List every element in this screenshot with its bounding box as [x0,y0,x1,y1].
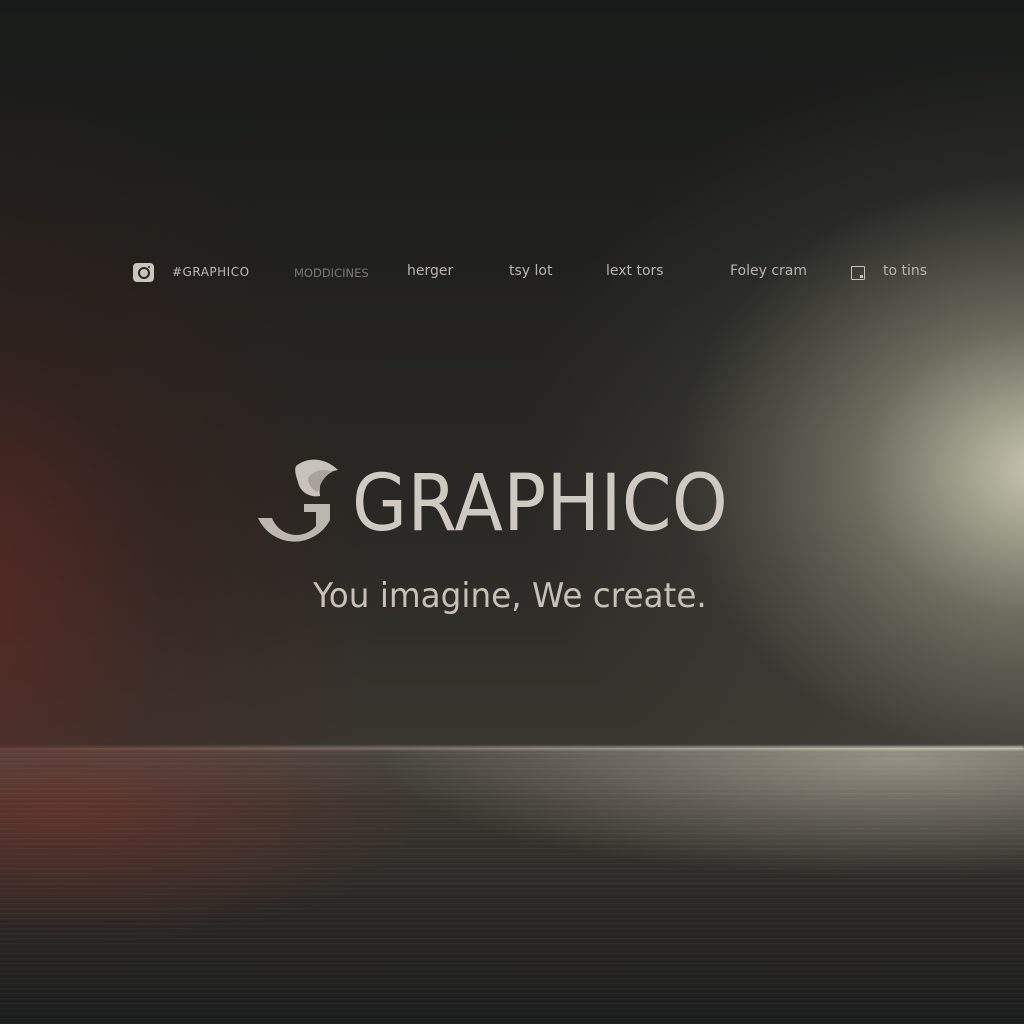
hero-section: #GRAPHICO MODDICINES herger tsy lot lext… [0,0,1024,1024]
floor-surface [0,748,1024,1024]
nav-brand-handle[interactable]: #GRAPHICO [172,265,250,279]
nav-item-to-tins[interactable]: to tins [883,263,927,279]
instagram-icon[interactable] [133,263,154,282]
nav-item-herger[interactable]: herger [407,263,453,279]
brand-tagline: You imagine, We create. [313,576,707,616]
brand-title: GRAPHICO [352,459,729,549]
top-nav: #GRAPHICO MODDICINES herger tsy lot lext… [0,258,1024,288]
nav-item-tsy-lot[interactable]: tsy lot [509,263,552,279]
nav-item-foley-cram[interactable]: Foley cram [730,263,807,279]
horizon-line [0,746,1024,750]
nav-item-lext-tors[interactable]: lext tors [606,263,664,279]
graphico-logo-icon [258,459,338,542]
nav-item-moddicines[interactable]: MODDICINES [294,266,369,280]
square-icon[interactable] [851,266,865,280]
